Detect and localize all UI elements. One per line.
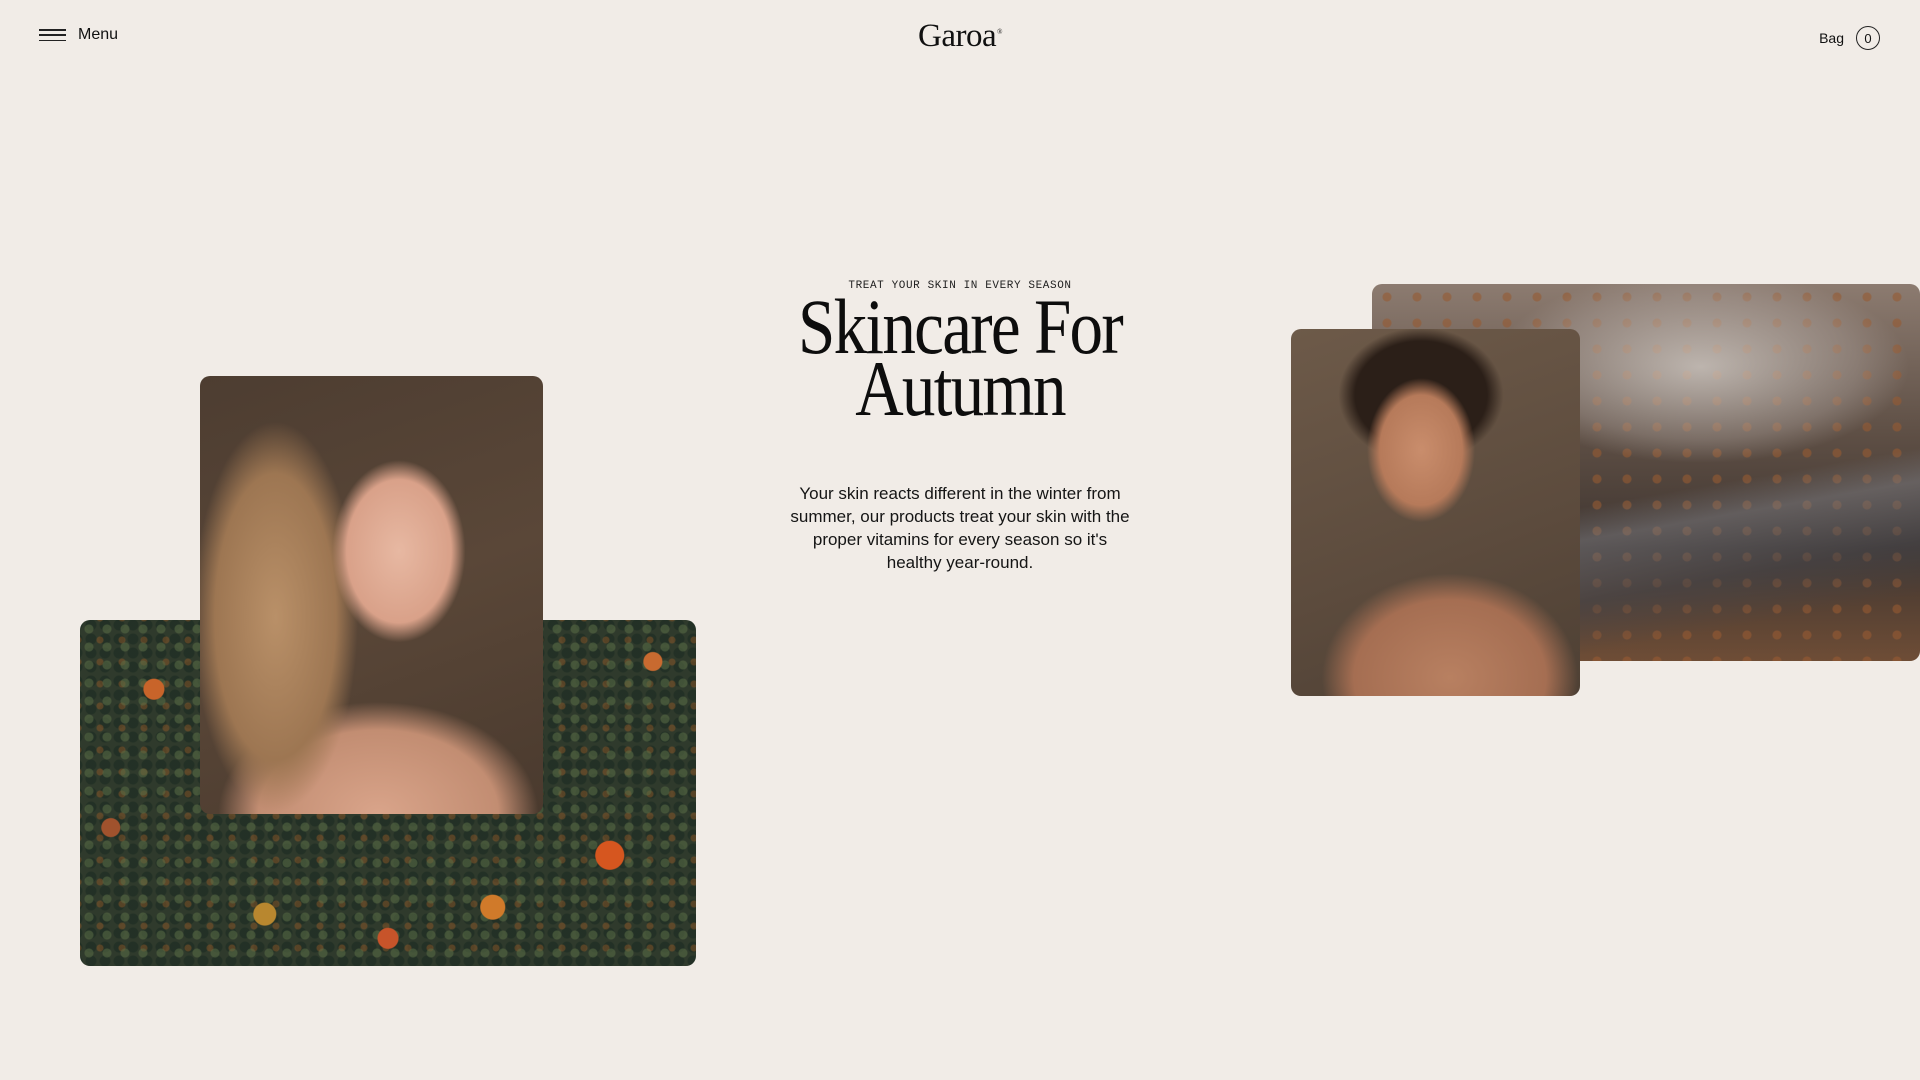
hero-headline: Skincare For Autumn xyxy=(736,288,1183,428)
bag-count-badge: 0 xyxy=(1856,26,1880,50)
curly-hair-woman-portrait-image xyxy=(1291,329,1580,696)
blonde-woman-portrait-image xyxy=(200,376,543,814)
menu-label: Menu xyxy=(78,26,119,43)
hero-description: Your skin reacts different in the winter… xyxy=(790,484,1130,572)
logo-text: Garoa xyxy=(918,18,997,54)
bag-button[interactable]: Bag 0 xyxy=(1819,26,1880,50)
hamburger-icon xyxy=(39,29,66,41)
bag-label: Bag xyxy=(1819,30,1844,46)
registered-mark: ® xyxy=(997,28,1002,36)
page: Menu Garoa® Bag 0 TREAT YOUR SKIN IN EVE… xyxy=(0,0,1920,1080)
brand-logo[interactable]: Garoa® xyxy=(918,18,1002,55)
menu-button[interactable]: Menu xyxy=(39,26,118,44)
headline-line-2: Autumn xyxy=(855,345,1066,432)
